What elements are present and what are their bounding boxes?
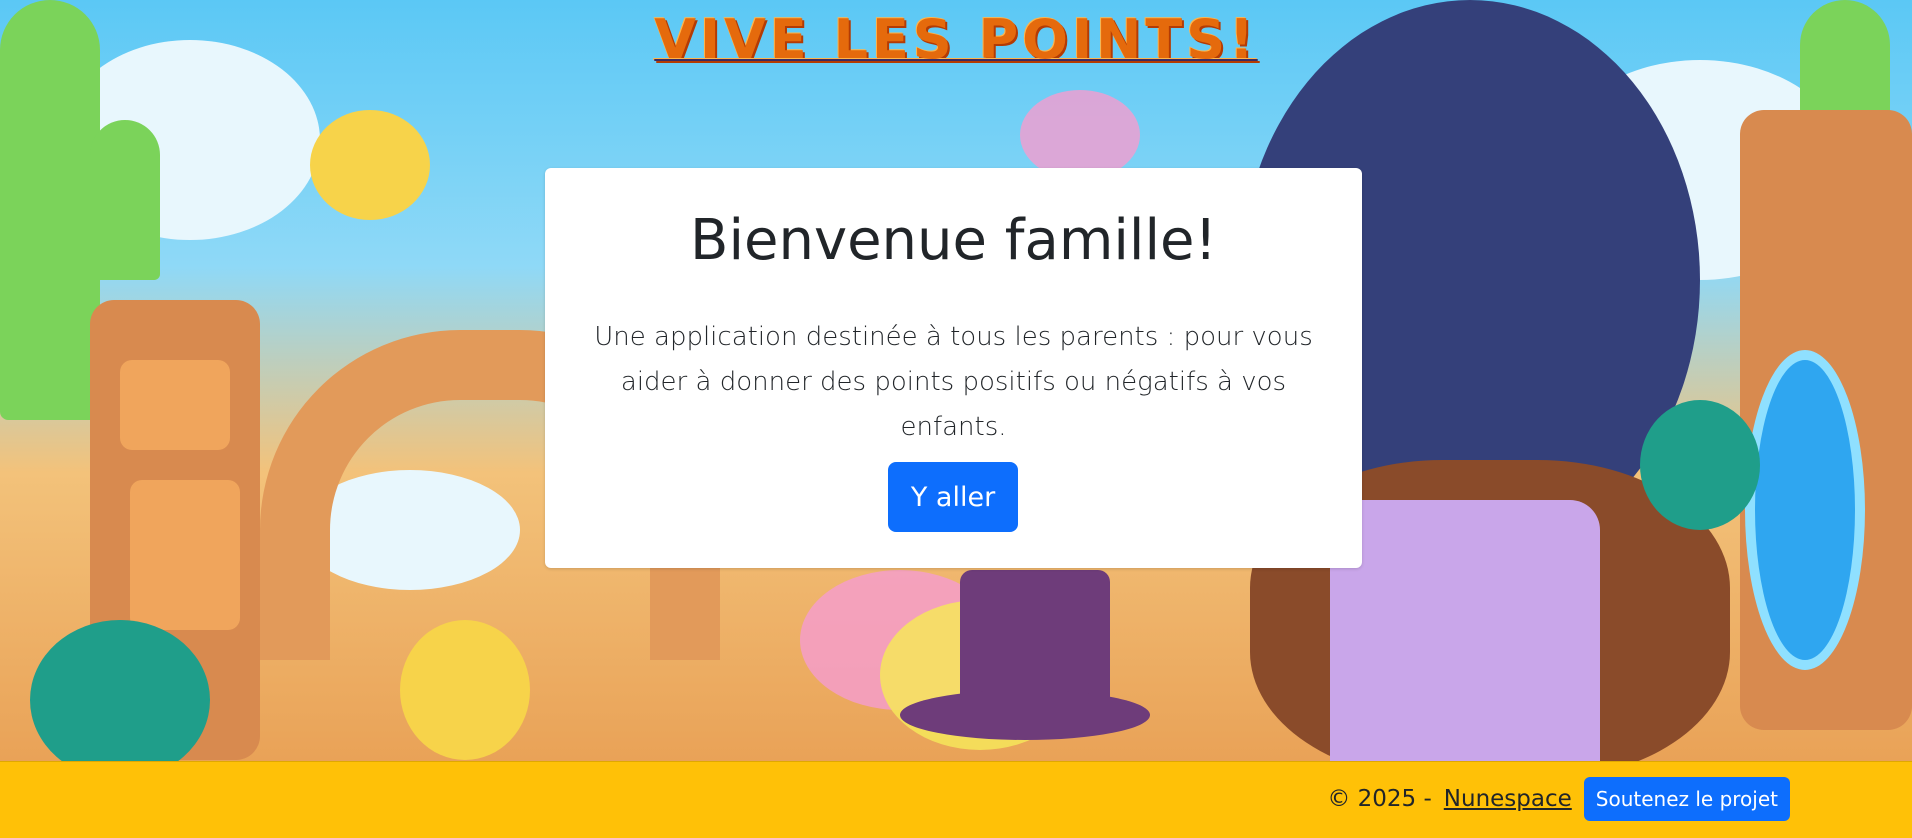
character-kid-shape — [310, 110, 430, 220]
footer: © 2025 - Nunespace Soutenez le projet — [0, 762, 1912, 838]
top-hat-brim-shape — [900, 690, 1150, 740]
app-title: VIVE LES POINTS! — [654, 8, 1258, 71]
lightning-crate-shape — [120, 360, 230, 450]
go-button[interactable]: Y aller — [888, 462, 1018, 532]
paint-splash-shape — [1020, 90, 1140, 180]
character-tank-top-shape — [1330, 500, 1600, 762]
app-description: Une application destinée à tous les pare… — [594, 322, 1313, 442]
nunespace-link[interactable]: Nunespace — [1444, 786, 1572, 812]
portal-shape — [1745, 350, 1865, 670]
support-project-button[interactable]: Soutenez le projet — [1583, 777, 1790, 821]
welcome-heading: Bienvenue famille! — [690, 208, 1217, 273]
welcome-card: Bienvenue famille! Une application desti… — [545, 168, 1362, 568]
lightning-crate-shape — [130, 480, 240, 630]
character-glasses-shape — [1640, 400, 1760, 530]
cactus-shape — [90, 120, 160, 280]
copyright-text: © 2025 - — [1327, 786, 1432, 812]
character-kid-shape — [400, 620, 530, 760]
top-hat-shape — [960, 570, 1110, 710]
